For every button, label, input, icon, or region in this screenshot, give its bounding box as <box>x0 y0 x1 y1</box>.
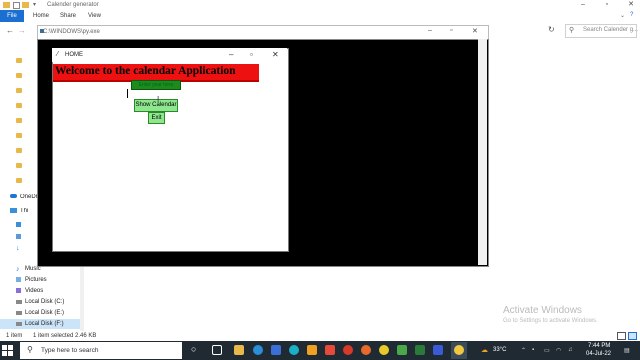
task-view-icon[interactable] <box>212 345 222 355</box>
year-input-caret[interactable] <box>127 89 128 98</box>
console-minimize-icon[interactable]: – <box>428 27 432 34</box>
app-icon[interactable] <box>325 345 335 355</box>
notification-icon[interactable]: ▤ <box>624 347 630 354</box>
python-icon[interactable] <box>454 345 464 355</box>
close-icon[interactable]: ✕ <box>626 1 636 9</box>
search-icon: ⚲ <box>27 345 33 354</box>
folder-icon[interactable] <box>16 58 22 63</box>
nav-item-drive-e[interactable]: Local Disk (E:) <box>25 310 64 316</box>
folder-icon[interactable] <box>16 148 22 153</box>
file-explorer-icon[interactable] <box>234 345 244 355</box>
ibeam-cursor-icon: I <box>157 95 160 104</box>
clock-date[interactable]: 04-Jul-22 <box>586 351 611 357</box>
vlc-icon[interactable] <box>307 345 317 355</box>
onedrive-icon[interactable] <box>10 194 17 198</box>
tab-file[interactable]: File <box>0 10 24 22</box>
tab-view[interactable]: View <box>88 13 101 19</box>
new-folder-icon[interactable] <box>22 2 29 8</box>
desktop-icon[interactable] <box>16 222 21 227</box>
quick-access-chevron-icon[interactable]: ▾ <box>33 1 36 8</box>
nav-item-videos[interactable]: Videos <box>25 288 43 294</box>
tray-app-icon[interactable]: ▪ <box>532 347 534 353</box>
firefox-icon[interactable] <box>361 345 371 355</box>
wifi-icon[interactable]: ◠ <box>556 347 561 354</box>
volume-icon[interactable]: ♫ <box>568 347 573 353</box>
large-icons-view-icon[interactable] <box>628 332 637 340</box>
folder-icon[interactable] <box>16 103 22 108</box>
folder-icon <box>3 2 10 8</box>
console-title: C:\WINDOWS\py.exe <box>43 29 100 35</box>
nav-item-pictures[interactable]: Pictures <box>25 277 47 283</box>
app-icon[interactable] <box>397 345 407 355</box>
folder-icon[interactable] <box>16 178 22 183</box>
minimize-icon[interactable]: – <box>578 1 588 9</box>
folder-icon[interactable] <box>16 163 22 168</box>
ribbon-expand-icon[interactable]: ⌄ <box>620 12 625 19</box>
drive-icon[interactable] <box>16 322 22 326</box>
console-titlebar <box>37 25 489 40</box>
battery-icon[interactable]: ▭ <box>544 347 550 354</box>
activate-windows-subtitle: Go to Settings to activate Windows. <box>503 318 598 324</box>
weather-temp[interactable]: 33°C <box>493 347 506 353</box>
console-close-icon[interactable]: ✕ <box>472 27 478 35</box>
home-close-icon[interactable]: ✕ <box>272 50 279 59</box>
search-placeholder: Search Calender g... <box>583 27 639 33</box>
app-icon[interactable] <box>433 345 443 355</box>
explorer-window-title: Calender generator <box>47 2 99 8</box>
nav-item-drive-c[interactable]: Local Disk (C:) <box>25 299 64 305</box>
clock-time[interactable]: 7:44 PM <box>588 343 610 349</box>
weather-icon: ☁ <box>481 347 488 354</box>
opera-icon[interactable] <box>343 345 353 355</box>
nav-item-drive-f[interactable]: Local Disk (F:) <box>25 321 64 327</box>
activate-windows-title: Activate Windows <box>503 305 582 316</box>
this-pc-icon[interactable] <box>10 208 17 213</box>
nav-item-this-pc[interactable]: This PC <box>20 208 28 214</box>
folder-icon[interactable] <box>16 73 22 78</box>
taskbar-search-placeholder: Type here to search <box>41 347 99 354</box>
nav-item-onedrive[interactable]: OneDrive <box>20 194 37 200</box>
tab-share[interactable]: Share <box>60 13 76 19</box>
exit-button[interactable]: Exit <box>148 112 165 124</box>
maximize-icon[interactable]: ▫ <box>602 1 612 9</box>
documents-icon[interactable] <box>16 234 21 239</box>
edge-icon[interactable] <box>253 345 263 355</box>
drive-icon[interactable] <box>16 300 22 304</box>
folder-icon[interactable] <box>16 88 22 93</box>
home-minimize-icon[interactable]: – <box>229 50 233 59</box>
word-icon[interactable] <box>271 345 281 355</box>
welcome-heading: Welcome to the calendar Application <box>55 65 236 77</box>
windows-start-icon[interactable] <box>2 345 13 356</box>
home-maximize-icon[interactable]: ▫ <box>250 50 253 59</box>
status-selection: 1 item selected 2.46 KB <box>33 333 97 339</box>
year-label: Enter year here <box>131 80 181 90</box>
chrome-icon[interactable] <box>379 345 389 355</box>
cortana-icon[interactable]: ○ <box>191 344 196 354</box>
feather-icon: ⁄ <box>57 51 59 58</box>
tab-home[interactable]: Home <box>33 13 49 19</box>
folder-icon[interactable] <box>16 133 22 138</box>
browser-icon[interactable] <box>289 345 299 355</box>
home-window-title: HOME <box>65 52 83 58</box>
console-scrollbar[interactable] <box>478 39 487 265</box>
show-calendar-button[interactable]: Show Calendar <box>134 99 178 112</box>
tray-chevron-icon[interactable]: ⌃ <box>521 347 526 354</box>
folder-icon[interactable] <box>16 118 22 123</box>
pictures-icon[interactable] <box>16 277 21 282</box>
drive-icon[interactable] <box>16 311 22 315</box>
status-item-count: 1 item <box>6 333 23 339</box>
details-view-icon[interactable] <box>617 332 626 340</box>
search-icon: ⚲ <box>569 27 575 34</box>
videos-icon[interactable] <box>16 288 21 293</box>
forward-arrow-icon[interactable]: → <box>18 26 26 35</box>
downloads-icon[interactable]: ↓ <box>16 245 20 252</box>
properties-icon[interactable] <box>13 2 20 9</box>
app-icon[interactable] <box>415 345 425 355</box>
music-icon[interactable]: ♪ <box>16 266 20 273</box>
console-maximize-icon[interactable]: ▫ <box>450 27 452 34</box>
help-icon[interactable]: ? <box>630 12 633 18</box>
back-arrow-icon[interactable]: ← <box>6 26 14 35</box>
refresh-icon[interactable]: ↻ <box>548 25 555 34</box>
